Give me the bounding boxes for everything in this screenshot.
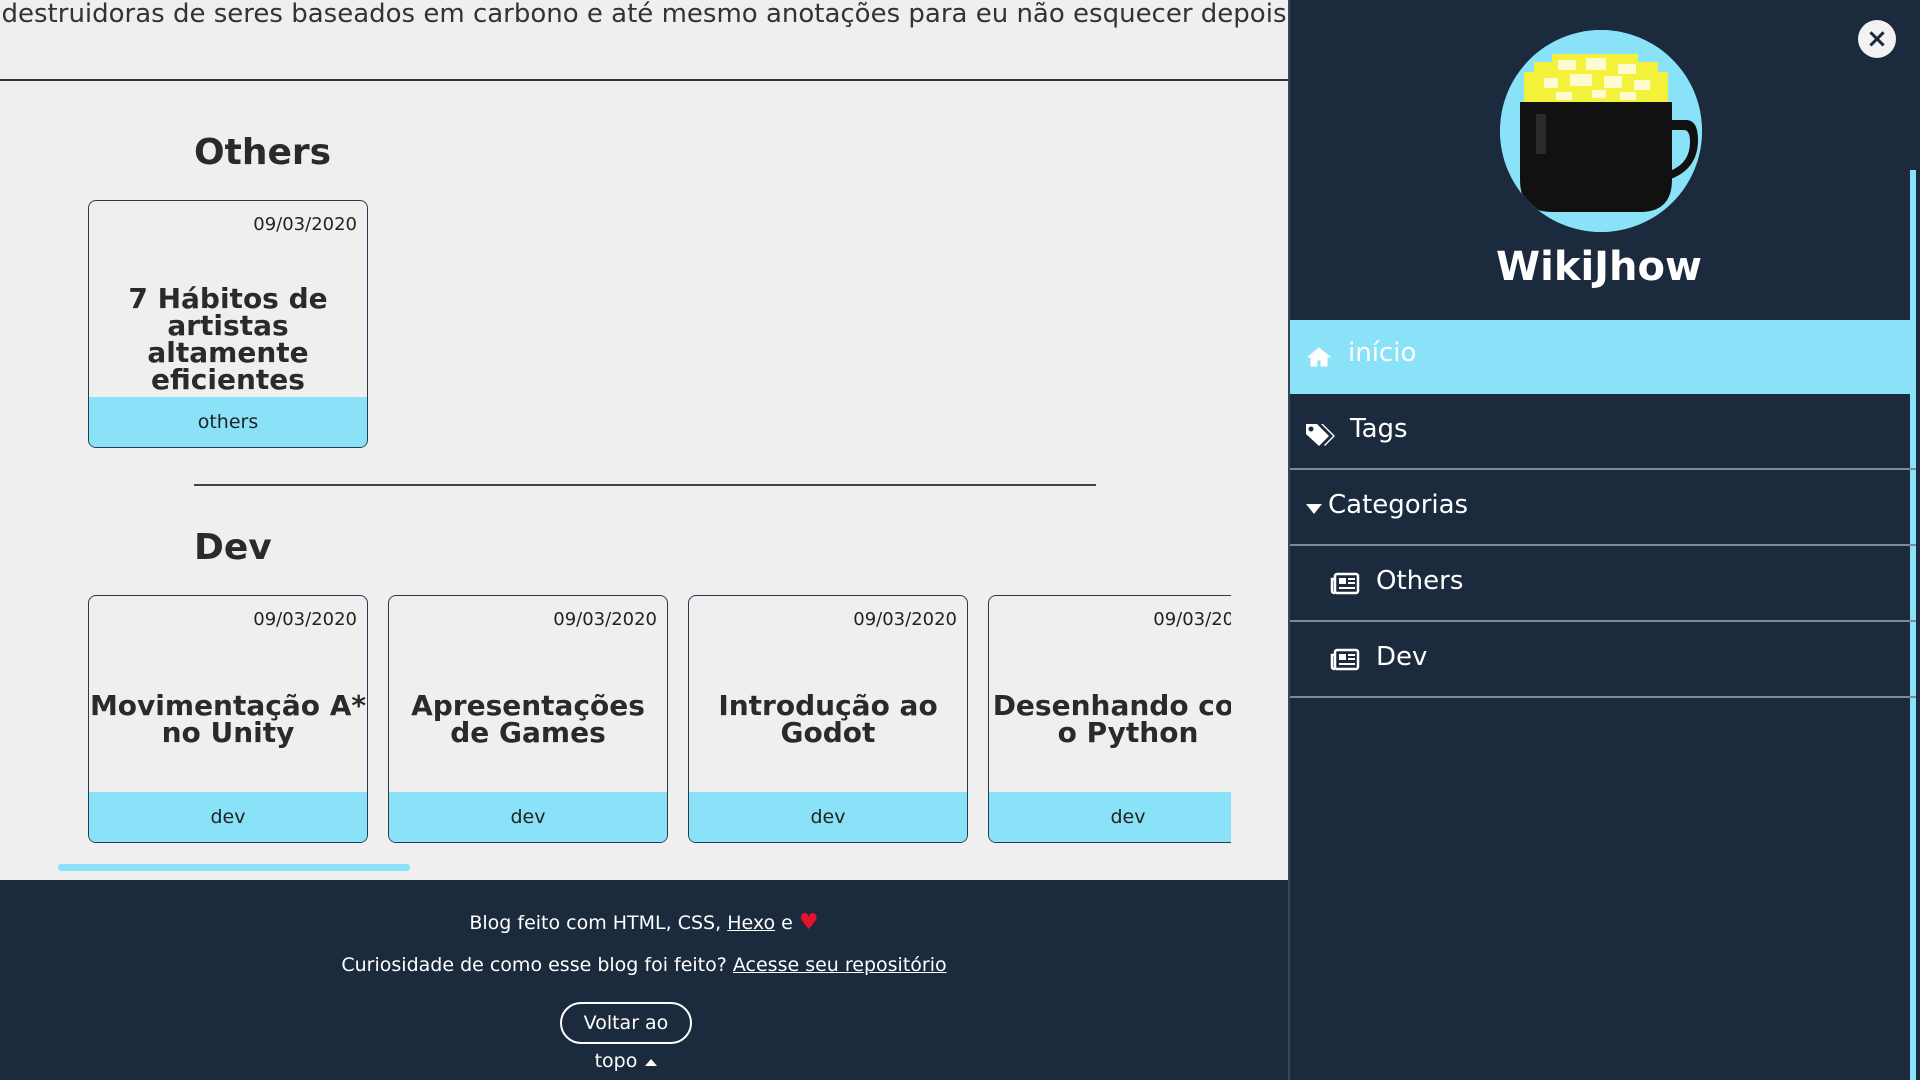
- divider: [0, 79, 1288, 81]
- post-tag[interactable]: dev: [989, 792, 1231, 842]
- cards-row-dev: 09/03/2020 Movimentação A* no Unity dev …: [88, 595, 1231, 847]
- footer-and-text: e: [775, 912, 799, 934]
- post-card[interactable]: 09/03/2020 Desenhando com o Python dev: [988, 595, 1231, 843]
- post-card[interactable]: 09/03/2020 Apresentações de Games dev: [388, 595, 668, 843]
- post-date: 09/03/2020: [553, 609, 657, 630]
- post-title[interactable]: 7 Hábitos de artistas altamente eficient…: [89, 285, 367, 394]
- post-card[interactable]: 09/03/2020 Introdução ao Godot dev: [688, 595, 968, 843]
- post-tag[interactable]: dev: [389, 792, 667, 842]
- caret-up-icon: [645, 1058, 658, 1066]
- post-card[interactable]: 09/03/2020 Movimentação A* no Unity dev: [88, 595, 368, 843]
- post-tag[interactable]: dev: [89, 792, 367, 842]
- sidebar-item-categorias[interactable]: Categorias: [1290, 472, 1916, 546]
- post-date: 09/03/2020: [1153, 609, 1231, 630]
- post-title[interactable]: Apresentações de Games: [389, 692, 667, 747]
- horizontal-scrollbar[interactable]: [58, 864, 410, 871]
- sidebar-item-others[interactable]: Others: [1290, 548, 1916, 622]
- sidebar-item-label: Dev: [1376, 642, 1428, 672]
- post-tag[interactable]: dev: [689, 792, 967, 842]
- cards-row-others: 09/03/2020 7 Hábitos de artistas altamen…: [88, 200, 1231, 452]
- post-date: 09/03/2020: [853, 609, 957, 630]
- section-divider: [194, 484, 1096, 486]
- section-title-dev: Dev: [194, 527, 272, 568]
- footer-repo-text: Curiosidade de como esse blog foi feito?: [341, 954, 733, 976]
- post-title[interactable]: Introdução ao Godot: [689, 692, 967, 747]
- post-tag[interactable]: others: [89, 397, 367, 447]
- newspaper-icon: [1330, 648, 1360, 671]
- section-title-others: Others: [194, 132, 332, 173]
- hexo-link[interactable]: Hexo: [727, 912, 775, 934]
- main-content: destruidoras de seres baseados em carbon…: [0, 0, 1288, 1080]
- footer-credits: Blog feito com HTML, CSS, Hexo e ♥: [0, 910, 1288, 935]
- sidebar-item-dev[interactable]: Dev: [1290, 624, 1916, 698]
- sidebar-item-tags[interactable]: Tags: [1290, 396, 1916, 470]
- newspaper-icon: [1330, 572, 1360, 595]
- sidebar-item-label: Tags: [1350, 414, 1408, 444]
- heart-icon: ♥: [798, 910, 819, 935]
- sidebar: × WikiJhow início Tags Categorias Others…: [1288, 0, 1916, 1080]
- sidebar-item-inicio[interactable]: início: [1290, 320, 1916, 394]
- sidebar-item-label: Others: [1376, 566, 1464, 596]
- avatar: [1500, 30, 1702, 232]
- footer: Blog feito com HTML, CSS, Hexo e ♥ Curio…: [0, 880, 1288, 1080]
- sidebar-item-label: Categorias: [1328, 490, 1469, 520]
- footer-credits-text: Blog feito com HTML, CSS,: [469, 912, 728, 934]
- post-card[interactable]: 09/03/2020 7 Hábitos de artistas altamen…: [88, 200, 368, 448]
- blog-name[interactable]: WikiJhow: [1290, 244, 1908, 290]
- back-to-top-button[interactable]: Voltar ao topo: [560, 1002, 692, 1072]
- footer-repo-line: Curiosidade de como esse blog foi feito?…: [0, 954, 1288, 976]
- close-icon[interactable]: ×: [1858, 20, 1896, 58]
- post-title[interactable]: Desenhando com o Python: [989, 692, 1231, 747]
- intro-text: destruidoras de seres baseados em carbon…: [1, 0, 1287, 29]
- post-date: 09/03/2020: [253, 214, 357, 235]
- repository-link[interactable]: Acesse seu repositório: [733, 954, 947, 976]
- post-date: 09/03/2020: [253, 609, 357, 630]
- sidebar-item-label: início: [1348, 338, 1417, 368]
- tags-icon: [1306, 424, 1335, 446]
- caret-down-icon: [1306, 504, 1322, 514]
- home-icon: [1306, 347, 1332, 367]
- post-title[interactable]: Movimentação A* no Unity: [89, 692, 367, 747]
- coffee-cup-logo: [1500, 30, 1702, 232]
